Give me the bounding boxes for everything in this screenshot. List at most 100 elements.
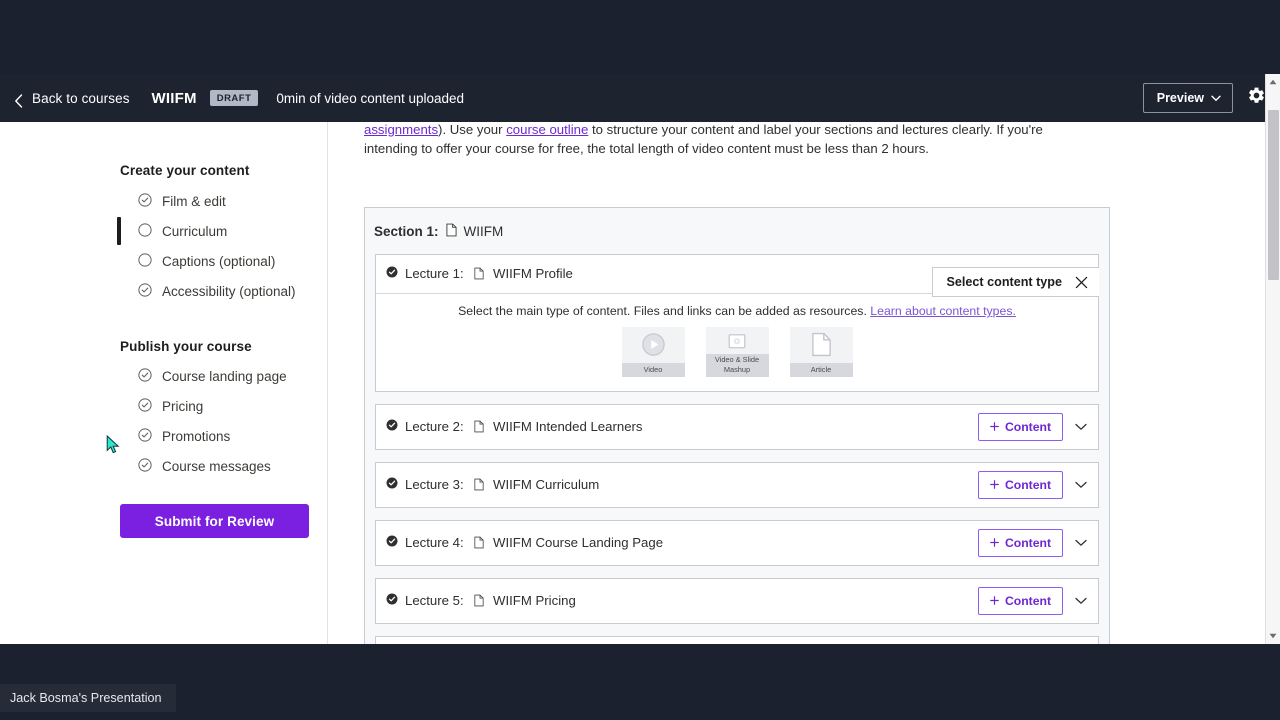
sidebar-item-label: Film & edit	[162, 193, 226, 209]
check-circle-icon	[138, 397, 152, 415]
sidebar-item-accessibility[interactable]: Accessibility (optional)	[138, 276, 338, 306]
lecture-row[interactable]: Lecture 1: WIIFM Profile Select content …	[376, 255, 1099, 297]
document-icon	[790, 327, 853, 361]
sidebar-item-curriculum[interactable]: Curriculum	[138, 216, 338, 246]
preview-button[interactable]: Preview	[1142, 83, 1233, 113]
course-outline-link[interactable]: course outline	[506, 122, 588, 137]
lecture-title: WIIFM Course Landing Page	[493, 534, 664, 550]
lecture-row[interactable]: Lecture 3: WIIFM Curriculum Content	[376, 463, 1098, 507]
assignments-link[interactable]: assignments	[364, 122, 438, 137]
sidebar-item-label: Pricing	[162, 398, 204, 414]
lecture-label: Lecture 3: WIIFM Curriculum	[405, 477, 599, 494]
scrollbar-thumb[interactable]	[1268, 110, 1279, 280]
curriculum-intro-text: assignments). Use your course outline to…	[364, 120, 1098, 158]
content-type-tile-video-slide-mashup[interactable]: Video & Slide Mashup	[705, 327, 769, 377]
lecture-title: WIIFM Profile	[493, 265, 573, 281]
chevron-left-icon	[14, 93, 23, 108]
lecture-row[interactable]: Lecture 2: WIIFM Intended Learners Conte…	[376, 405, 1098, 449]
add-content-button[interactable]: Content	[977, 413, 1063, 441]
sidebar-group-title-create: Create your content	[120, 163, 250, 178]
plus-icon	[990, 536, 999, 550]
lecture-row[interactable]: Lecture 4: WIIFM Course Landing Page Con…	[376, 521, 1098, 565]
lecture-number: Lecture 3:	[405, 476, 464, 492]
intro-part1: ). Use your	[438, 122, 507, 137]
select-content-type-tab: Select content type	[931, 267, 1099, 297]
sidebar-item-course-messages[interactable]: Course messages	[138, 451, 338, 481]
lecture-label: Lecture 5: WIIFM Pricing	[405, 593, 576, 610]
lecture-row-actions: Content	[977, 413, 1089, 441]
add-content-label: Content	[1004, 478, 1051, 492]
chevron-down-icon[interactable]	[1073, 421, 1089, 433]
check-circle-icon	[138, 457, 152, 475]
document-icon	[474, 478, 484, 494]
learn-about-content-types-link[interactable]: Learn about content types.	[870, 304, 1016, 318]
section-label: Section 1:	[374, 224, 439, 239]
add-content-label: Content	[1004, 594, 1051, 608]
sidebar-item-pricing[interactable]: Pricing	[138, 391, 338, 421]
lecture-row[interactable]: Lecture 5: WIIFM Pricing Content	[376, 579, 1098, 623]
check-filled-icon	[386, 534, 398, 552]
submit-for-review-button[interactable]: Submit for Review	[120, 504, 309, 538]
section-name: WIIFM	[463, 224, 504, 239]
plus-icon	[990, 420, 999, 434]
check-filled-icon	[386, 592, 398, 610]
chevron-down-icon[interactable]	[1073, 479, 1089, 491]
lecture-label: Lecture 2: WIIFM Intended Learners	[405, 419, 643, 436]
add-content-label: Content	[1004, 536, 1051, 550]
sidebar-group-publish-items: Course landing page Pricing Promotions C…	[138, 361, 338, 481]
sidebar-item-film-edit[interactable]: Film & edit	[138, 186, 338, 216]
sidebar-item-label: Promotions	[162, 428, 231, 444]
sidebar-item-label: Captions (optional)	[162, 253, 276, 269]
gear-icon[interactable]	[1247, 86, 1266, 110]
status-badge: DRAFT	[209, 90, 259, 106]
plus-icon	[990, 594, 999, 608]
empty-circle-icon	[138, 222, 152, 240]
document-icon	[445, 223, 457, 240]
select-content-type-title: Select content type	[946, 275, 1062, 289]
document-icon	[474, 267, 484, 283]
check-circle-icon	[138, 192, 152, 210]
add-content-button[interactable]: Content	[977, 587, 1063, 615]
sidebar-item-label: Curriculum	[162, 223, 228, 239]
sidebar-group-title-publish: Publish your course	[120, 339, 252, 354]
sidebar-item-label: Accessibility (optional)	[162, 283, 296, 299]
presentation-caption: Jack Bosma's Presentation	[0, 684, 176, 712]
lecture-card-partial[interactable]	[375, 636, 1099, 644]
lecture-card: Lecture 2: WIIFM Intended Learners Conte…	[375, 404, 1099, 450]
sidebar-item-promotions[interactable]: Promotions	[138, 421, 338, 451]
lecture-row-actions: Content	[977, 471, 1089, 499]
chevron-down-icon[interactable]	[1073, 595, 1089, 607]
close-icon[interactable]	[1075, 276, 1088, 289]
select-content-type-description: Select the main type of content. Files a…	[376, 304, 1098, 327]
add-content-button[interactable]: Content	[977, 529, 1063, 557]
lecture-row-actions: Content	[977, 529, 1089, 557]
lecture-card: Lecture 3: WIIFM Curriculum Content	[375, 462, 1099, 508]
back-to-courses-link[interactable]: Back to courses	[14, 91, 130, 108]
tile-label: Video	[621, 363, 685, 377]
check-filled-icon	[386, 265, 398, 283]
vertical-scrollbar[interactable]	[1265, 74, 1280, 644]
sidebar-active-indicator	[117, 217, 121, 245]
scroll-down-arrow[interactable]	[1266, 628, 1280, 644]
video-upload-status: 0min of video content uploaded	[276, 90, 465, 106]
course-title: WIIFM	[151, 89, 197, 107]
check-filled-icon	[386, 476, 398, 494]
tile-label: Article	[789, 363, 853, 377]
topbar-actions: Preview	[1142, 83, 1280, 113]
chevron-down-icon[interactable]	[1073, 537, 1089, 549]
empty-circle-icon	[138, 252, 152, 270]
sidebar-item-captions[interactable]: Captions (optional)	[138, 246, 338, 276]
plus-icon	[990, 478, 999, 492]
lecture-number: Lecture 1:	[405, 265, 464, 281]
chevron-down-icon	[1211, 91, 1221, 105]
app-topbar: Back to courses WIIFM DRAFT 0min of vide…	[0, 74, 1280, 122]
curriculum-main-panel: assignments). Use your course outline to…	[328, 110, 1150, 644]
preview-label: Preview	[1156, 91, 1204, 105]
content-type-tile-video[interactable]: Video	[621, 327, 685, 377]
content-type-tile-article[interactable]: Article	[789, 327, 853, 377]
sidebar-item-course-landing-page[interactable]: Course landing page	[138, 361, 338, 391]
add-content-button[interactable]: Content	[977, 471, 1063, 499]
scroll-up-arrow[interactable]	[1266, 74, 1280, 90]
select-content-type-body: Select the main type of content. Files a…	[376, 293, 1098, 391]
document-icon	[474, 594, 484, 610]
